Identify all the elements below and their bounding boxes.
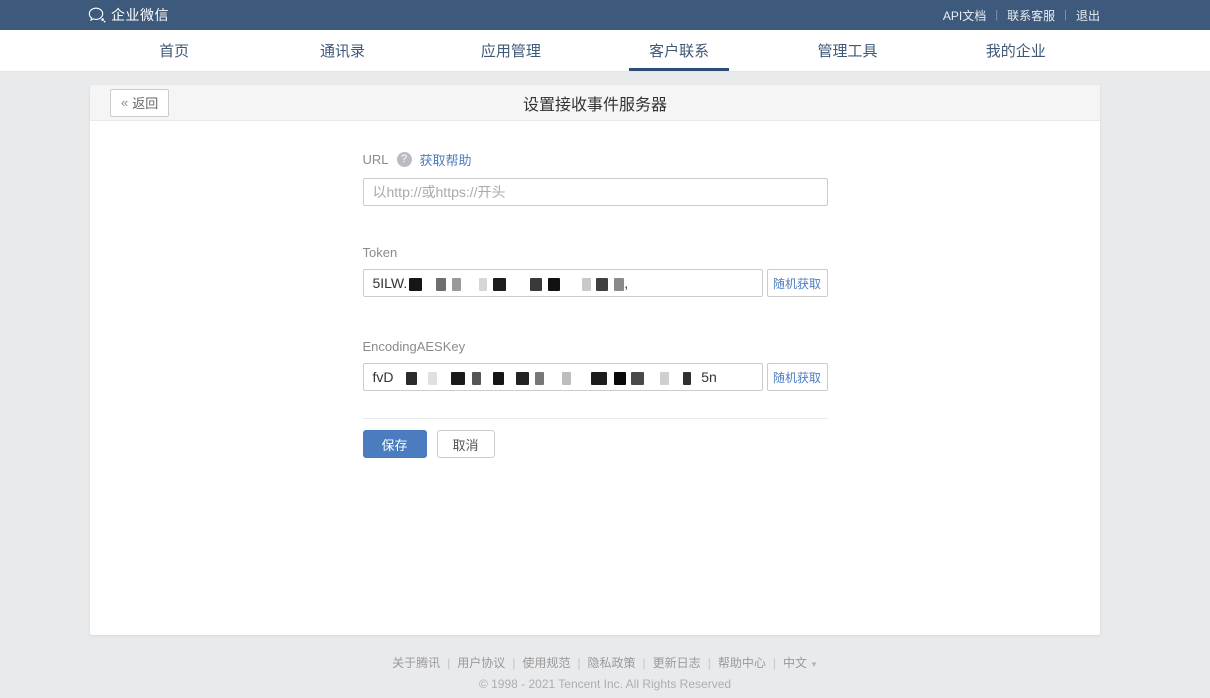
topbar-separator: |: [995, 9, 998, 21]
nav-tab-customer-contact[interactable]: 客户联系: [595, 30, 763, 71]
footer-link-help-center[interactable]: 帮助中心: [718, 656, 766, 670]
nav-tab-admin-tools[interactable]: 管理工具: [763, 30, 931, 71]
token-input[interactable]: 5ILW. ,: [363, 269, 763, 297]
language-label: 中文: [783, 656, 807, 670]
token-label: Token: [363, 245, 398, 260]
copyright-text: © 1998 - 2021 Tencent Inc. All Rights Re…: [0, 677, 1210, 691]
back-caret-icon: «: [121, 95, 128, 110]
contact-support-link[interactable]: 联系客服: [1007, 7, 1055, 24]
url-field-group: URL ? 获取帮助: [363, 150, 828, 206]
footer-separator: |: [577, 656, 580, 670]
content-card: « 返回 设置接收事件服务器 URL ? 获取帮助 Token 5ILW.: [90, 85, 1100, 635]
logout-link[interactable]: 退出: [1076, 7, 1100, 24]
aes-value-suffix: 5n: [701, 369, 717, 385]
token-value-suffix: ,: [624, 275, 628, 291]
footer-link-user-agreement[interactable]: 用户协议: [457, 656, 505, 670]
logo-text: 企业微信: [111, 5, 169, 25]
topbar: 企业微信 API文档 | 联系客服 | 退出: [0, 0, 1210, 30]
footer-separator: |: [708, 656, 711, 670]
token-value-prefix: 5ILW.: [373, 275, 408, 291]
nav-tab-my-company[interactable]: 我的企业: [932, 30, 1100, 71]
footer-separator: |: [643, 656, 646, 670]
footer-link-privacy-policy[interactable]: 隐私政策: [588, 656, 636, 670]
chat-bubble-icon: [88, 7, 106, 23]
footer-link-about-tencent[interactable]: 关于腾讯: [392, 656, 440, 670]
footer-separator: |: [447, 656, 450, 670]
redacted-value-mosaic: [394, 369, 692, 385]
footer-link-changelog[interactable]: 更新日志: [653, 656, 701, 670]
encoding-aes-key-label: EncodingAESKey: [363, 339, 466, 354]
language-selector[interactable]: 中文▼: [783, 656, 818, 670]
form-divider: [363, 418, 828, 419]
footer-separator: |: [512, 656, 515, 670]
page-title: 设置接收事件服务器: [90, 91, 1100, 115]
save-button[interactable]: 保存: [363, 430, 427, 458]
url-input[interactable]: [363, 178, 828, 206]
api-docs-link[interactable]: API文档: [943, 7, 986, 24]
get-help-link[interactable]: 获取帮助: [420, 150, 472, 169]
back-button-label: 返回: [132, 93, 158, 112]
redacted-value-mosaic: [407, 275, 624, 291]
form-actions: 保存 取消: [363, 430, 828, 458]
nav-tab-contacts[interactable]: 通讯录: [258, 30, 426, 71]
encoding-aes-key-input[interactable]: fvD: [363, 363, 763, 391]
footer-separator: |: [773, 656, 776, 670]
aes-key-field-group: EncodingAESKey fvD: [363, 339, 828, 391]
nav-tab-home[interactable]: 首页: [90, 30, 258, 71]
nav-tab-app-management[interactable]: 应用管理: [427, 30, 595, 71]
footer-link-usage-rules[interactable]: 使用规范: [522, 656, 570, 670]
back-button[interactable]: « 返回: [110, 89, 169, 117]
card-header: « 返回 设置接收事件服务器: [90, 85, 1100, 121]
topbar-separator: |: [1064, 9, 1067, 21]
caret-down-icon: ▼: [810, 660, 818, 669]
token-random-generate-button[interactable]: 随机获取: [767, 269, 828, 297]
token-field-group: Token 5ILW.: [363, 245, 828, 297]
server-settings-form: URL ? 获取帮助 Token 5ILW.: [363, 150, 828, 458]
cancel-button[interactable]: 取消: [437, 430, 495, 458]
wework-logo[interactable]: 企业微信: [88, 5, 169, 25]
aes-value-prefix: fvD: [373, 369, 394, 385]
help-icon[interactable]: ?: [397, 152, 412, 167]
main-nav: 首页 通讯录 应用管理 客户联系 管理工具 我的企业: [0, 30, 1210, 72]
topbar-links: API文档 | 联系客服 | 退出: [943, 7, 1100, 24]
aes-random-generate-button[interactable]: 随机获取: [767, 363, 828, 391]
footer-links: 关于腾讯 | 用户协议 | 使用规范 | 隐私政策 | 更新日志 | 帮助中心 | 中文▼: [0, 654, 1210, 671]
url-label: URL: [363, 152, 389, 167]
